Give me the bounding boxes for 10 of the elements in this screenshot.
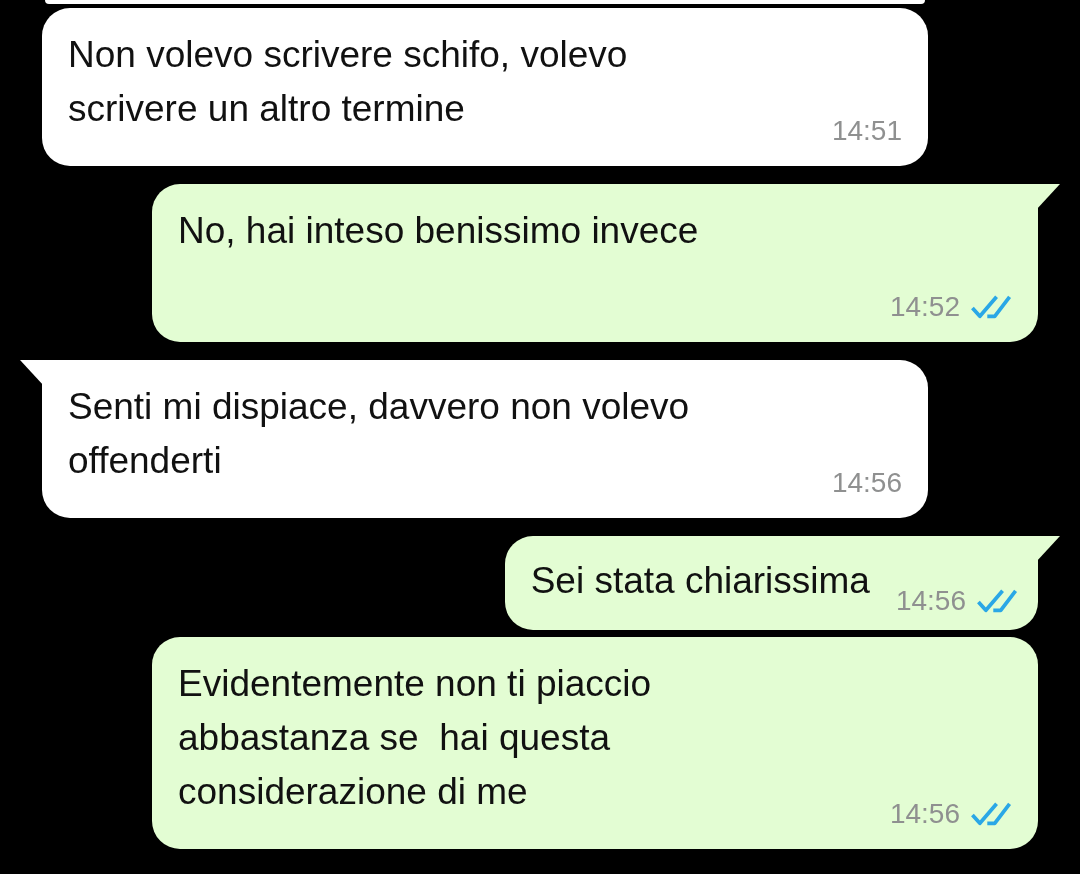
message-text: No, hai inteso benissimo invece (178, 209, 699, 253)
message-time: 14:56 (831, 466, 902, 500)
message-time: 14:51 (831, 114, 902, 148)
message-text: Senti mi dispiace, davvero non volevo offenderti (68, 385, 690, 483)
message-text: Sei stata chiarissima (530, 559, 870, 603)
message-text: Evidentemente non ti piaccio abbastanza se hai questa considerazione di me (178, 662, 652, 814)
message-time: 14:56 (895, 584, 966, 618)
message-time: 14:52 (889, 290, 960, 324)
message-time: 14:56 (889, 797, 960, 831)
message-text: Non volevo scrivere schifo, volevo scrivere un altro termine (68, 33, 628, 131)
